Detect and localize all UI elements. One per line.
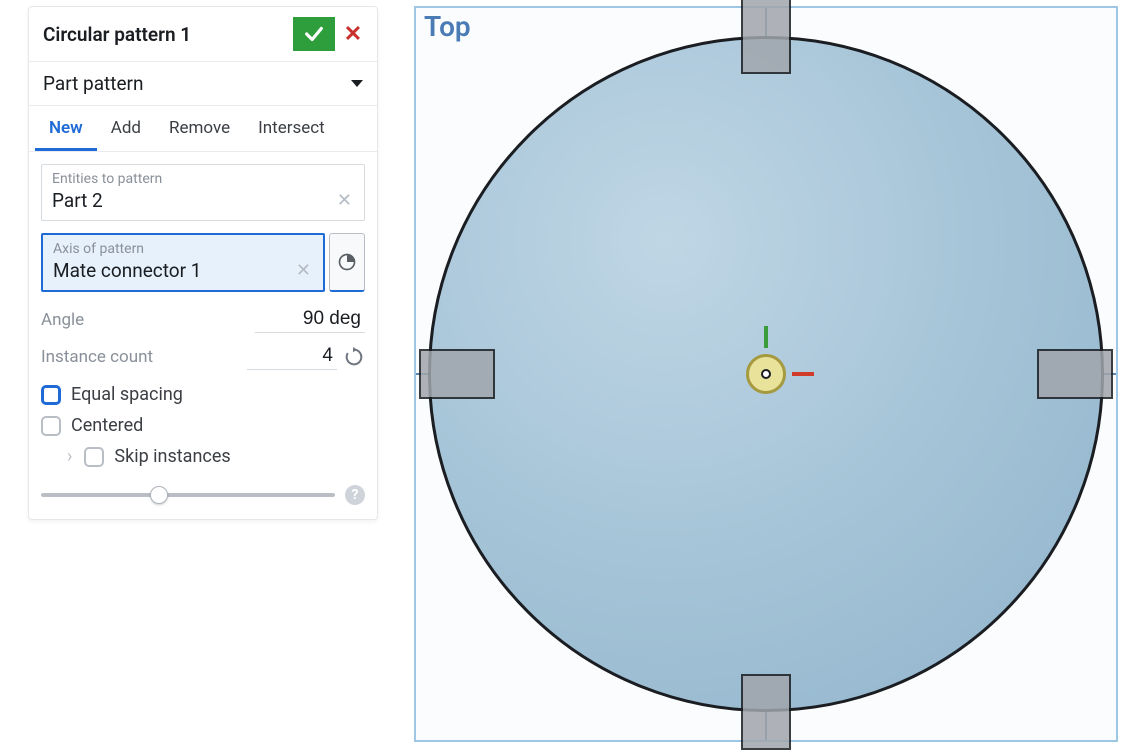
pattern-instance-left: [419, 349, 495, 399]
pattern-type-dropdown[interactable]: Part pattern: [29, 62, 377, 106]
pattern-type-label: Part pattern: [43, 72, 144, 95]
axis-value: Mate connector 1: [53, 259, 201, 282]
dialog-header: Circular pattern 1 ✕: [29, 7, 377, 62]
mate-connector-center-icon: [761, 369, 771, 379]
dialog-body: Entities to pattern Part 2 ✕ Axis of pat…: [29, 152, 377, 519]
flip-direction-icon: [343, 346, 365, 368]
angle-input[interactable]: [255, 306, 365, 333]
chevron-down-icon: [351, 80, 363, 87]
tab-add[interactable]: Add: [97, 106, 155, 151]
y-axis-indicator: [764, 326, 768, 348]
skip-instances-label: Skip instances: [114, 446, 230, 467]
equal-spacing-checkbox[interactable]: [41, 385, 61, 405]
skip-instances-checkbox[interactable]: [84, 447, 104, 467]
x-axis-indicator: [792, 372, 814, 376]
instance-count-input[interactable]: [247, 343, 337, 370]
view-label: Top: [424, 10, 471, 43]
axis-field[interactable]: Axis of pattern Mate connector 1 ✕: [41, 233, 325, 292]
instance-count-row: Instance count: [41, 343, 365, 370]
help-icon: ?: [352, 487, 359, 503]
tab-new[interactable]: New: [35, 106, 97, 151]
pattern-instance-right: [1037, 349, 1113, 399]
confirm-button[interactable]: [293, 17, 335, 51]
flip-direction-button[interactable]: [343, 346, 365, 368]
equal-spacing-row: Equal spacing: [41, 384, 365, 405]
axis-caption: Axis of pattern: [53, 241, 313, 257]
cancel-button[interactable]: ✕: [341, 22, 365, 46]
instance-count-label: Instance count: [41, 347, 153, 367]
entities-caption: Entities to pattern: [52, 171, 354, 187]
angle-row: Angle: [41, 306, 365, 333]
centered-checkbox[interactable]: [41, 416, 61, 436]
clear-entities-button[interactable]: ✕: [335, 190, 354, 211]
clear-axis-button[interactable]: ✕: [294, 260, 313, 281]
tab-remove[interactable]: Remove: [155, 106, 244, 151]
check-icon: [303, 23, 325, 45]
mate-connector-button[interactable]: [329, 233, 365, 292]
entities-field[interactable]: Entities to pattern Part 2 ✕: [41, 164, 365, 221]
mate-connector-icon: [337, 252, 357, 272]
help-button[interactable]: ?: [345, 485, 365, 505]
viewport[interactable]: Top: [414, 6, 1118, 742]
dialog-header-actions: ✕: [293, 17, 365, 51]
tab-intersect[interactable]: Intersect: [244, 106, 339, 151]
angle-label: Angle: [41, 310, 84, 330]
close-icon: ✕: [344, 22, 362, 47]
slider-thumb[interactable]: [150, 486, 168, 504]
axis-row: Axis of pattern Mate connector 1 ✕: [41, 233, 365, 292]
mate-connector-marker[interactable]: [742, 350, 790, 398]
expand-skip-button[interactable]: ›: [67, 446, 72, 467]
pattern-instance-top: [741, 0, 791, 74]
circular-pattern-dialog: Circular pattern 1 ✕ Part pattern New Ad…: [28, 6, 378, 520]
dialog-title: Circular pattern 1: [43, 23, 191, 46]
centered-label: Centered: [71, 415, 143, 436]
opacity-slider[interactable]: [41, 493, 335, 497]
entities-value: Part 2: [52, 189, 103, 212]
boolean-tabs: New Add Remove Intersect: [29, 106, 377, 152]
pattern-instance-bottom: [741, 674, 791, 750]
equal-spacing-label: Equal spacing: [71, 384, 183, 405]
centered-row: Centered: [41, 415, 365, 436]
dialog-footer: ?: [41, 477, 365, 505]
skip-instances-row: › Skip instances: [41, 446, 365, 467]
